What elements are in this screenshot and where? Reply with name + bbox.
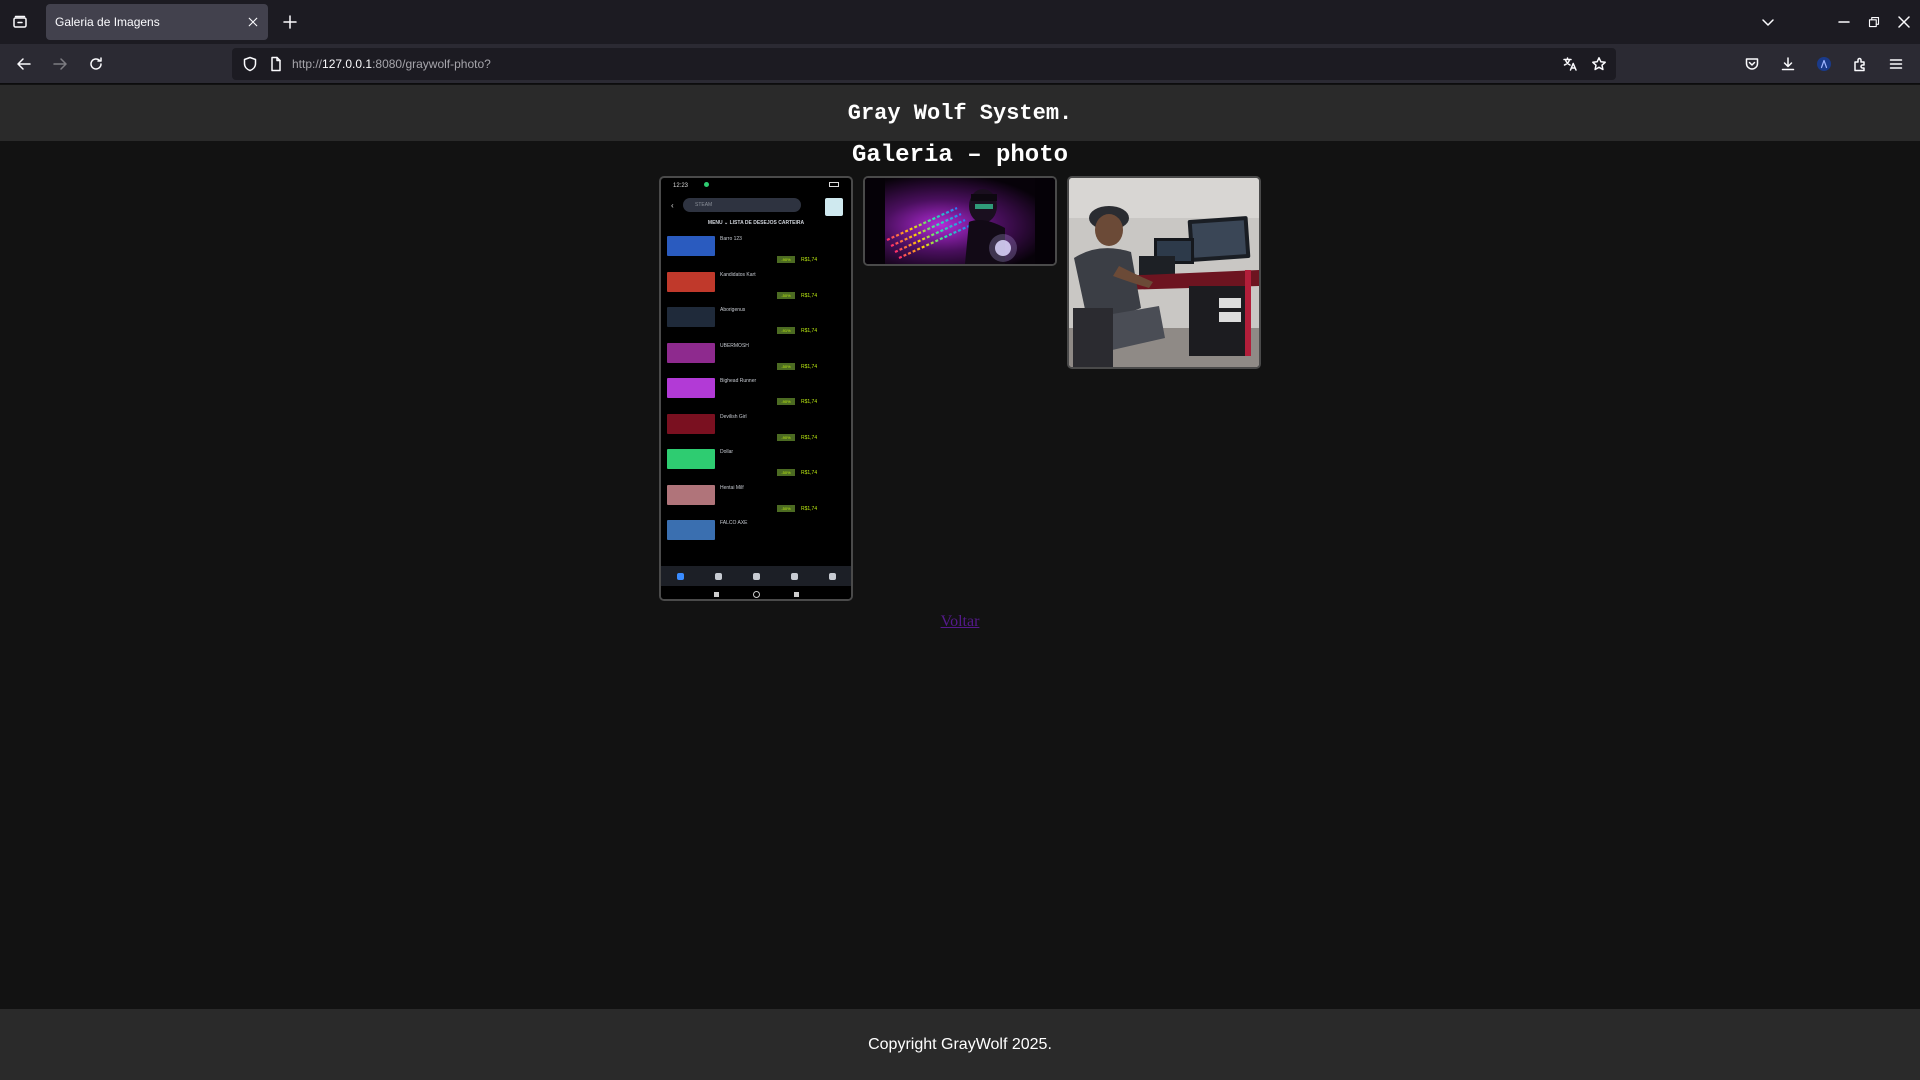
phone-game-discount: -50% [777,469,795,476]
phone-game-price: R$1,74 [801,399,818,405]
url-path: :8080/graywolf-photo? [372,57,491,71]
back-link: Voltar [0,613,1920,631]
phone-system-nav [661,586,851,599]
phone-game-row: Kandidatos Kart -50% R$1,74 [667,270,849,306]
phone-game-price: R$1,74 [801,363,818,370]
phone-game-discount: -90% [777,398,795,405]
minimize-icon[interactable] [1834,12,1854,32]
phone-game-discount: -91% [777,327,795,334]
site-footer: Copyright GrayWolf 2025. [0,1009,1920,1080]
gallery-photo-phone-screenshot[interactable]: 12:23 ‹ STEAM MENU ⌄ LISTA DE DESEJOS CA… [659,176,853,601]
voltar-link[interactable]: Voltar [941,613,980,630]
url-text[interactable]: http://127.0.0.1:8080/graywolf-photo? [292,57,491,71]
phone-game-name: Aborigenus [720,307,746,313]
translate-icon[interactable] [1562,56,1578,72]
phone-game-price: R$1,74 [801,328,818,334]
phone-game-row: Bighead Runner -90% R$1,74 [667,376,849,412]
gallery-photo-keyboard[interactable] [863,176,1057,266]
shield-icon[interactable] [242,56,258,72]
phone-game-price: R$1,74 [801,292,818,299]
reload-icon[interactable] [84,52,108,76]
desk-photo-image [1069,178,1259,367]
phone-menu-tabs: MENU ⌄ LISTA DE DESEJOS CARTEIRA [707,220,805,226]
close-window-icon[interactable] [1894,12,1914,32]
phone-game-row: Barro 123 -90% R$1,74 [667,234,849,270]
navigation-toolbar: http://127.0.0.1:8080/graywolf-photo? [0,44,1920,84]
phone-game-row: Dollar -50% R$1,74 [667,447,849,483]
phone-game-row: UBERMOSH -50% R$1,74 [667,341,849,377]
phone-game-discount: -90% [777,433,795,441]
phone-search-bar: STEAM [683,198,801,212]
restore-icon[interactable] [1864,12,1884,32]
download-icon[interactable] [1776,52,1800,76]
phone-game-name: Bighead Runner [720,378,757,384]
hamburger-menu-icon[interactable] [1884,52,1908,76]
url-host: 127.0.0.1 [322,57,373,71]
phone-game-thumbnail [667,236,715,256]
page-icon[interactable] [268,56,284,72]
phone-game-thumbnail [667,271,715,292]
tab-active[interactable]: Galeria de Imagens [46,4,268,40]
page-body: Gray Wolf System. Galeria – photo 12:23 … [0,85,1920,1080]
extensions-icon[interactable] [1848,52,1872,76]
phone-bottom-nav [661,566,851,586]
phone-game-discount: -90% [777,256,795,263]
phone-status-time: 12:23 [673,183,689,189]
browser-tab-bar: Galeria de Imagens [0,0,1920,44]
phone-game-list: Barro 123 -90% R$1,74 Kandidatos Kart -50% R$… [667,234,849,554]
phone-game-name: UBERMOSH [720,342,749,349]
site-header: Gray Wolf System. [0,85,1920,141]
phone-game-discount: -50% [777,362,795,370]
account-avatar-icon[interactable] [1812,52,1836,76]
phone-game-thumbnail [667,307,715,327]
phone-back-icon: ‹ [671,201,674,210]
bookmark-star-icon[interactable] [1591,56,1607,72]
pocket-icon[interactable] [1740,52,1764,76]
chevron-down-icon[interactable] [1758,12,1778,32]
address-bar[interactable]: http://127.0.0.1:8080/graywolf-photo? [232,48,1616,80]
phone-game-thumbnail [667,378,715,398]
phone-game-row: Aborigenus -91% R$1,74 [667,305,849,341]
phone-game-row: Devilish Girl -90% R$1,74 [667,412,849,448]
gallery-photo-desk[interactable] [1067,176,1261,369]
phone-game-row: FALCO AXE [667,518,849,554]
phone-game-thumbnail [667,413,715,434]
site-title: Gray Wolf System. [847,100,1073,126]
copyright-text: Copyright GrayWolf 2025. [868,1035,1052,1053]
phone-game-discount: -50% [777,504,795,512]
phone-game-name: Devilish Girl [720,413,747,420]
phone-game-thumbnail [667,484,715,505]
tab-title: Galeria de Imagens [55,15,160,29]
forward-arrow-icon[interactable] [48,52,72,76]
url-scheme: http:// [292,57,323,71]
back-arrow-icon[interactable] [12,52,36,76]
keyboard-photo-image [865,178,1055,264]
phone-game-thumbnail [667,449,715,469]
phone-game-price: R$1,74 [801,470,818,476]
phone-game-name: FALCO AXE [720,520,748,526]
phone-game-price: R$1,74 [801,505,818,512]
phone-game-thumbnail [667,342,715,363]
phone-game-discount: -50% [777,291,795,299]
phone-game-price: R$1,74 [801,257,818,263]
new-tab-icon[interactable] [280,12,300,32]
phone-game-row: Hentai Milf -50% R$1,74 [667,483,849,519]
phone-avatar [825,198,843,216]
phone-status-bar: 12:23 [661,178,851,192]
phone-search-placeholder: STEAM [695,202,713,208]
phone-game-price: R$1,74 [801,434,818,441]
phone-game-name: Kandidatos Kart [720,271,756,278]
phone-game-name: Hentai Milf [720,484,744,491]
phone-game-name: Dollar [720,449,734,455]
phone-game-name: Barro 123 [720,236,742,242]
close-tab-icon[interactable] [245,14,261,30]
gallery-title: Galeria – photo [851,142,1069,169]
tab-list-icon[interactable] [8,10,32,34]
phone-game-thumbnail [667,520,715,540]
